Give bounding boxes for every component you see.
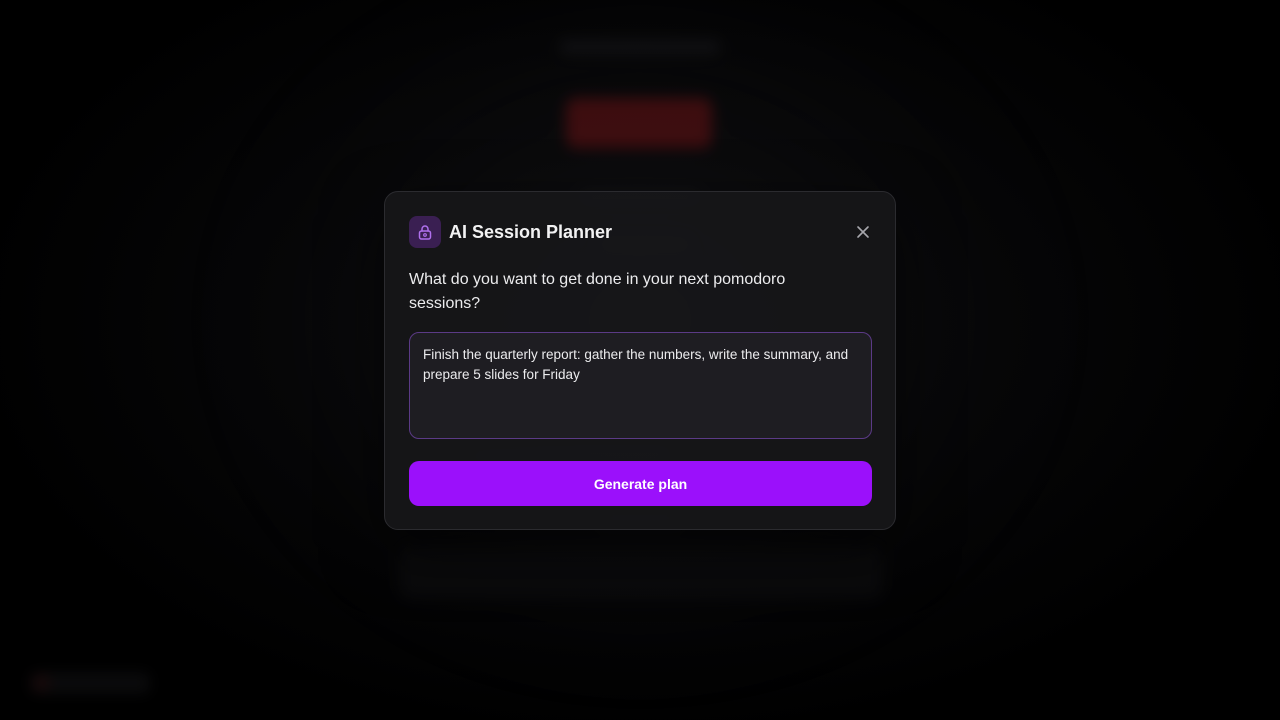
goal-input[interactable]: Finish the quarterly report: gather the … (409, 332, 872, 439)
ai-session-planner-dialog: AI Session Planner What do you want to g… (384, 191, 896, 530)
app-background: AI Session Planner What do you want to g… (0, 0, 1280, 720)
lock-sparkle-icon (409, 216, 441, 248)
dialog-title: AI Session Planner (449, 221, 613, 242)
blurred-badge-dot (34, 676, 48, 690)
prompt-label: What do you want to get done in your nex… (409, 271, 786, 312)
close-icon (857, 226, 869, 238)
generate-plan-button[interactable]: Generate plan (409, 461, 872, 506)
close-button[interactable] (851, 220, 875, 244)
blurred-start-button (566, 98, 712, 148)
blurred-bottom-panel (400, 548, 882, 598)
blurred-header (560, 40, 720, 54)
dialog-header: AI Session Planner (409, 216, 871, 248)
blurred-badge (30, 672, 150, 694)
